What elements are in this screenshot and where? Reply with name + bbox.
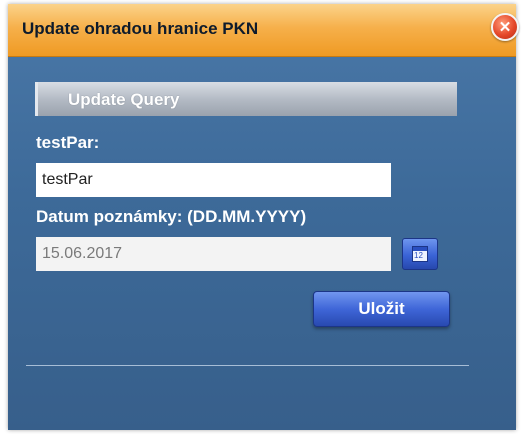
section-title: Update Query [68,90,180,109]
date-label: Datum poznámky: (DD.MM.YYYY) [36,207,307,226]
dialog-window: Update ohradou hranice PKN ✕ Update Quer… [8,4,519,430]
close-button[interactable]: ✕ [491,13,519,41]
dialog-title: Update ohradou hranice PKN [22,19,259,38]
section-header: Update Query [35,82,457,116]
titlebar[interactable]: Update ohradou hranice PKN ✕ [8,4,519,57]
date-input[interactable] [36,237,391,271]
testpar-label: testPar: [36,133,100,152]
testpar-input[interactable] [36,163,391,197]
calendar-icon [412,246,428,262]
calendar-button[interactable] [402,238,438,270]
close-icon: ✕ [498,19,512,36]
save-button[interactable]: Uložit [313,291,450,327]
divider [26,365,469,366]
